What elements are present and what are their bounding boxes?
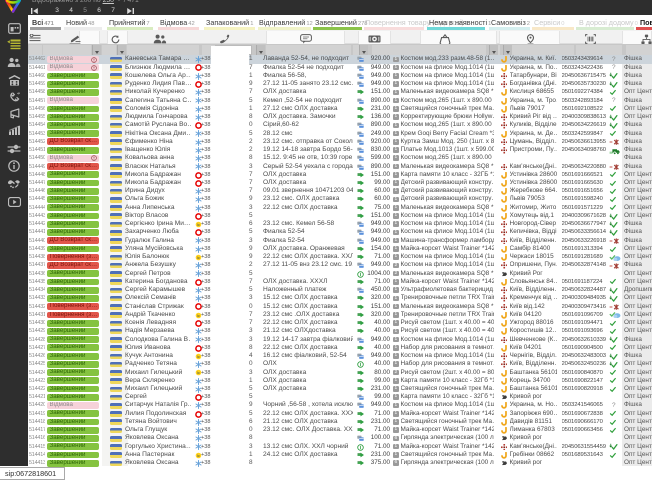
svg-text:lc: lc [197, 371, 200, 375]
svg-text:lc: lc [197, 314, 200, 318]
svg-text:lc: lc [197, 355, 200, 359]
svg-text:lc: lc [197, 454, 200, 458]
svg-text:lc: lc [197, 223, 200, 227]
svg-text:lc: lc [197, 256, 200, 260]
